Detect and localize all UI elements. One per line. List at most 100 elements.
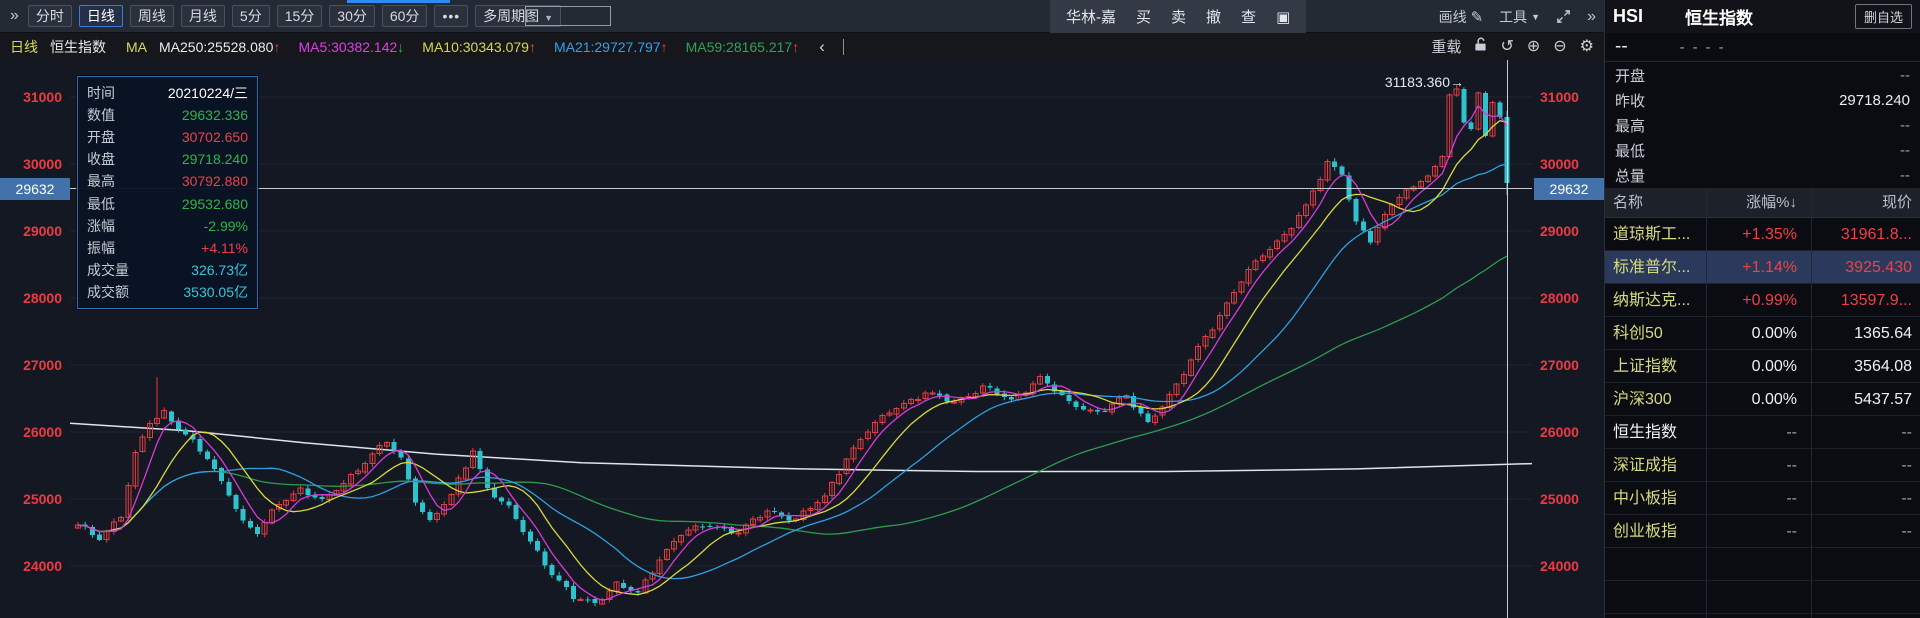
window-icon[interactable]: ▣ (1276, 8, 1290, 26)
watchlist-empty-row (1605, 614, 1920, 618)
index-price: -- (1811, 449, 1920, 482)
y-axis-label-right: 24000 (1540, 556, 1600, 576)
y-axis-label-right: 31000 (1540, 87, 1600, 107)
info-label: 总量 (1615, 165, 1645, 186)
collapse-indicator-icon[interactable]: ‹ (819, 37, 825, 57)
header-price[interactable]: 现价 (1811, 188, 1920, 218)
chart-controls: 重载 ↺ ⊕ ⊖ ⚙ (1431, 33, 1594, 60)
tooltip-row: 开盘 30702.650 (87, 127, 248, 147)
period-button-30分[interactable]: 30分 (329, 5, 375, 27)
down-arrow-icon: ↓ (397, 39, 404, 55)
period-button-周线[interactable]: 周线 (130, 5, 174, 27)
tooltip-value: 20210224/三 (168, 83, 248, 103)
fullscreen-icon[interactable] (1556, 9, 1571, 24)
index-name: 标准普尔... (1605, 251, 1706, 284)
index-change-pct: 0.00% (1706, 383, 1811, 416)
watchlist-row[interactable]: 上证指数0.00%3564.08 (1605, 350, 1920, 383)
quote-info-row: 最高-- (1605, 113, 1920, 138)
up-arrow-icon: ↑ (792, 39, 799, 55)
tooltip-value: 30702.650 (182, 127, 248, 147)
y-axis-label-right: 30000 (1540, 154, 1600, 174)
header-name[interactable]: 名称 (1605, 188, 1706, 218)
symbol-label: 恒生指数 (50, 37, 106, 57)
trading-app: 3100031000300003000029000290002800028000… (0, 0, 1920, 618)
watchlist-row[interactable]: 道琼斯工...+1.35%31961.8... (1605, 218, 1920, 251)
tooltip-value: 29718.240 (182, 149, 248, 169)
collapse-panel-icon[interactable]: » (1587, 8, 1596, 26)
tools-button[interactable]: 工具 ▼ (1499, 7, 1540, 27)
trade-button-撤[interactable]: 撤 (1206, 6, 1221, 27)
more-periods-button[interactable]: ••• (434, 5, 468, 27)
tooltip-value: 326.73亿 (191, 260, 248, 280)
zoom-out-icon[interactable]: ⊖ (1553, 33, 1566, 60)
chart-area[interactable]: 3100031000300003000029000290002800028000… (0, 0, 1604, 618)
y-axis-label-left: 27000 (0, 355, 62, 375)
empty-cell (1811, 548, 1920, 580)
index-name: 上证指数 (1605, 350, 1706, 383)
period-button-分时[interactable]: 分时 (28, 5, 72, 27)
period-label: 日线 (10, 37, 38, 57)
info-label: 昨收 (1615, 90, 1645, 111)
up-arrow-icon: ↑ (529, 39, 536, 55)
info-value: 29718.240 (1839, 92, 1910, 109)
quote-info-row: 昨收 29718.240 (1605, 88, 1920, 113)
watchlist-row[interactable]: 创业板指---- (1605, 515, 1920, 548)
symbol-code: HSI (1613, 6, 1643, 27)
undo-icon[interactable]: ↺ (1500, 33, 1513, 60)
period-button-60分[interactable]: 60分 (382, 5, 428, 27)
symbol-search-box[interactable] (525, 6, 611, 26)
trade-button-买[interactable]: 买 (1136, 6, 1151, 27)
index-change-pct: -- (1706, 449, 1811, 482)
quote-info-row: 最低-- (1605, 138, 1920, 163)
tooltip-label: 开盘 (87, 127, 115, 147)
crosshair-price-badge-right: 29632 (1534, 178, 1604, 200)
quote-info-row: 总量-- (1605, 163, 1920, 188)
remove-favorite-button[interactable]: 删自选 (1855, 4, 1912, 29)
trade-button-卖[interactable]: 卖 (1171, 6, 1186, 27)
tooltip-label: 成交额 (87, 282, 129, 302)
up-arrow-icon: ↑ (273, 39, 280, 55)
reload-button[interactable]: 重载 (1431, 36, 1461, 57)
y-axis-label-right: 27000 (1540, 355, 1600, 375)
broker-button[interactable]: 华林-嘉 (1066, 6, 1116, 27)
period-button-月线[interactable]: 月线 (181, 5, 225, 27)
index-price: 5437.57 (1811, 383, 1920, 416)
watchlist-row[interactable]: 深证成指---- (1605, 449, 1920, 482)
ma-text: MA5:30382.142 (298, 39, 397, 55)
expand-left-icon[interactable]: » (10, 7, 19, 25)
index-name: 纳斯达克... (1605, 284, 1706, 317)
y-axis-label-left: 30000 (0, 154, 62, 174)
info-label: 开盘 (1615, 65, 1645, 86)
pane-divider[interactable] (843, 39, 844, 55)
tooltip-value: 29632.336 (182, 105, 248, 125)
period-button-5分[interactable]: 5分 (232, 5, 270, 27)
index-change-pct: +1.35% (1706, 218, 1811, 251)
header-change-pct[interactable]: 涨幅%↓ (1706, 188, 1811, 218)
watchlist-row[interactable]: 恒生指数---- (1605, 416, 1920, 449)
empty-cell (1605, 614, 1706, 618)
draw-line-button[interactable]: 画线 ✎ (1439, 7, 1484, 27)
watchlist-row[interactable]: 标准普尔...+1.14%3925.430 (1605, 251, 1920, 284)
unlock-icon[interactable] (1474, 37, 1487, 56)
tooltip-value: 30792.880 (182, 171, 248, 191)
empty-cell (1706, 581, 1811, 613)
gridlines (70, 97, 1532, 566)
draw-line-label: 画线 (1439, 7, 1467, 27)
tooltip-value: 3530.05亿 (183, 282, 248, 302)
period-button-日线[interactable]: 日线 (79, 5, 123, 27)
ma-text: MA250:25528.080 (159, 39, 273, 55)
tooltip-row: 时间20210224/三 (87, 83, 248, 103)
empty-cell (1811, 581, 1920, 613)
watchlist-row[interactable]: 科创500.00%1365.64 (1605, 317, 1920, 350)
zoom-in-icon[interactable]: ⊕ (1527, 33, 1540, 60)
watchlist-table: 名称涨幅%↓现价道琼斯工...+1.35%31961.8...标准普尔...+1… (1605, 188, 1920, 618)
y-axis-label-right: 29000 (1540, 221, 1600, 241)
watchlist-row[interactable]: 纳斯达克...+0.99%13597.9... (1605, 284, 1920, 317)
candles (76, 85, 1510, 607)
period-button-15分[interactable]: 15分 (277, 5, 323, 27)
index-price: -- (1811, 482, 1920, 515)
watchlist-row[interactable]: 中小板指---- (1605, 482, 1920, 515)
trade-button-查[interactable]: 查 (1241, 6, 1256, 27)
gear-icon[interactable]: ⚙ (1580, 33, 1594, 60)
watchlist-row[interactable]: 沪深3000.00%5437.57 (1605, 383, 1920, 416)
